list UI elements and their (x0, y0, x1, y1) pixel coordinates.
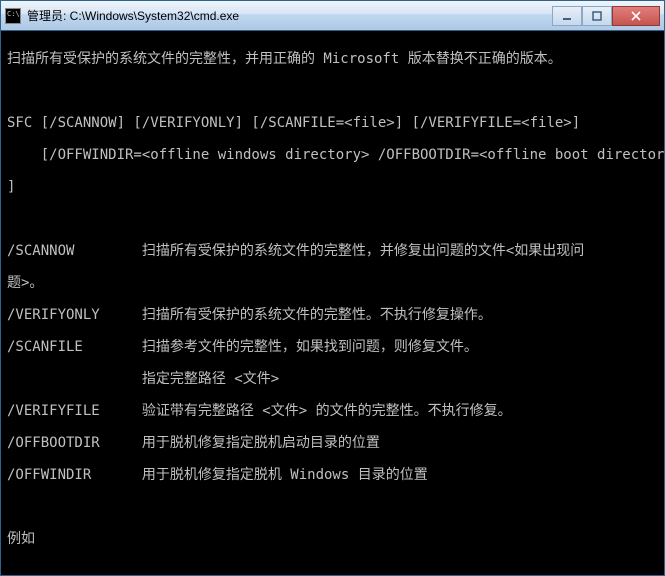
console-line: /OFFBOOTDIR 用于脱机修复指定脱机启动目录的位置 (7, 435, 658, 451)
console-line: 例如 (7, 531, 658, 547)
console-output[interactable]: 扫描所有受保护的系统文件的完整性，并用正确的 Microsoft 版本替换不正确… (1, 31, 664, 575)
cmd-icon (5, 8, 21, 24)
console-line: SFC [/SCANNOW] [/VERIFYONLY] [/SCANFILE=… (7, 115, 658, 131)
console-line: /VERIFYFILE 验证带有完整路径 <文件> 的文件的完整性。不执行修复。 (7, 403, 658, 419)
console-line: [/OFFWINDIR=<offline windows directory> … (7, 147, 658, 163)
minimize-icon (562, 11, 572, 21)
console-line (7, 499, 658, 515)
minimize-button[interactable] (552, 6, 582, 26)
console-line (7, 563, 658, 575)
cmd-window: 管理员: C:\Windows\System32\cmd.exe 扫描所有受保护… (0, 0, 665, 576)
close-button[interactable] (612, 6, 660, 26)
console-line: /SCANFILE 扫描参考文件的完整性，如果找到问题，则修复文件。 (7, 339, 658, 355)
close-icon (631, 11, 641, 21)
console-line: 题>。 (7, 275, 658, 291)
window-controls (552, 6, 660, 26)
maximize-button[interactable] (582, 6, 612, 26)
console-line (7, 211, 658, 227)
console-line: /SCANNOW 扫描所有受保护的系统文件的完整性，并修复出问题的文件<如果出现… (7, 243, 658, 259)
console-line: /OFFWINDIR 用于脱机修复指定脱机 Windows 目录的位置 (7, 467, 658, 483)
console-line (7, 83, 658, 99)
console-line: /VERIFYONLY 扫描所有受保护的系统文件的完整性。不执行修复操作。 (7, 307, 658, 323)
titlebar[interactable]: 管理员: C:\Windows\System32\cmd.exe (1, 1, 664, 31)
maximize-icon (592, 11, 602, 21)
console-line: ] (7, 179, 658, 195)
console-line: 扫描所有受保护的系统文件的完整性，并用正确的 Microsoft 版本替换不正确… (7, 51, 658, 67)
console-line: 指定完整路径 <文件> (7, 371, 658, 387)
window-title: 管理员: C:\Windows\System32\cmd.exe (27, 7, 552, 24)
